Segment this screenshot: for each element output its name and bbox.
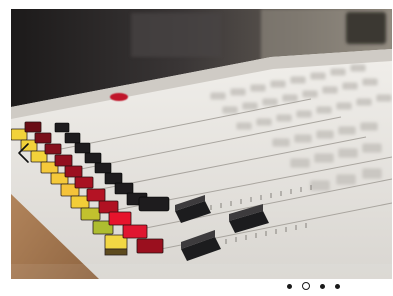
slide-dot-4[interactable] — [335, 283, 340, 289]
previous-slide-button[interactable] — [13, 140, 39, 166]
slide-image-mixing-console — [11, 9, 392, 279]
slide-dot-3[interactable] — [320, 283, 325, 289]
image-slideshow — [0, 0, 393, 296]
chevron-left-icon — [18, 143, 29, 163]
slide-dot-1[interactable] — [287, 283, 292, 289]
slide-pagination — [282, 279, 345, 293]
slide-dot-2-active[interactable] — [302, 282, 310, 290]
